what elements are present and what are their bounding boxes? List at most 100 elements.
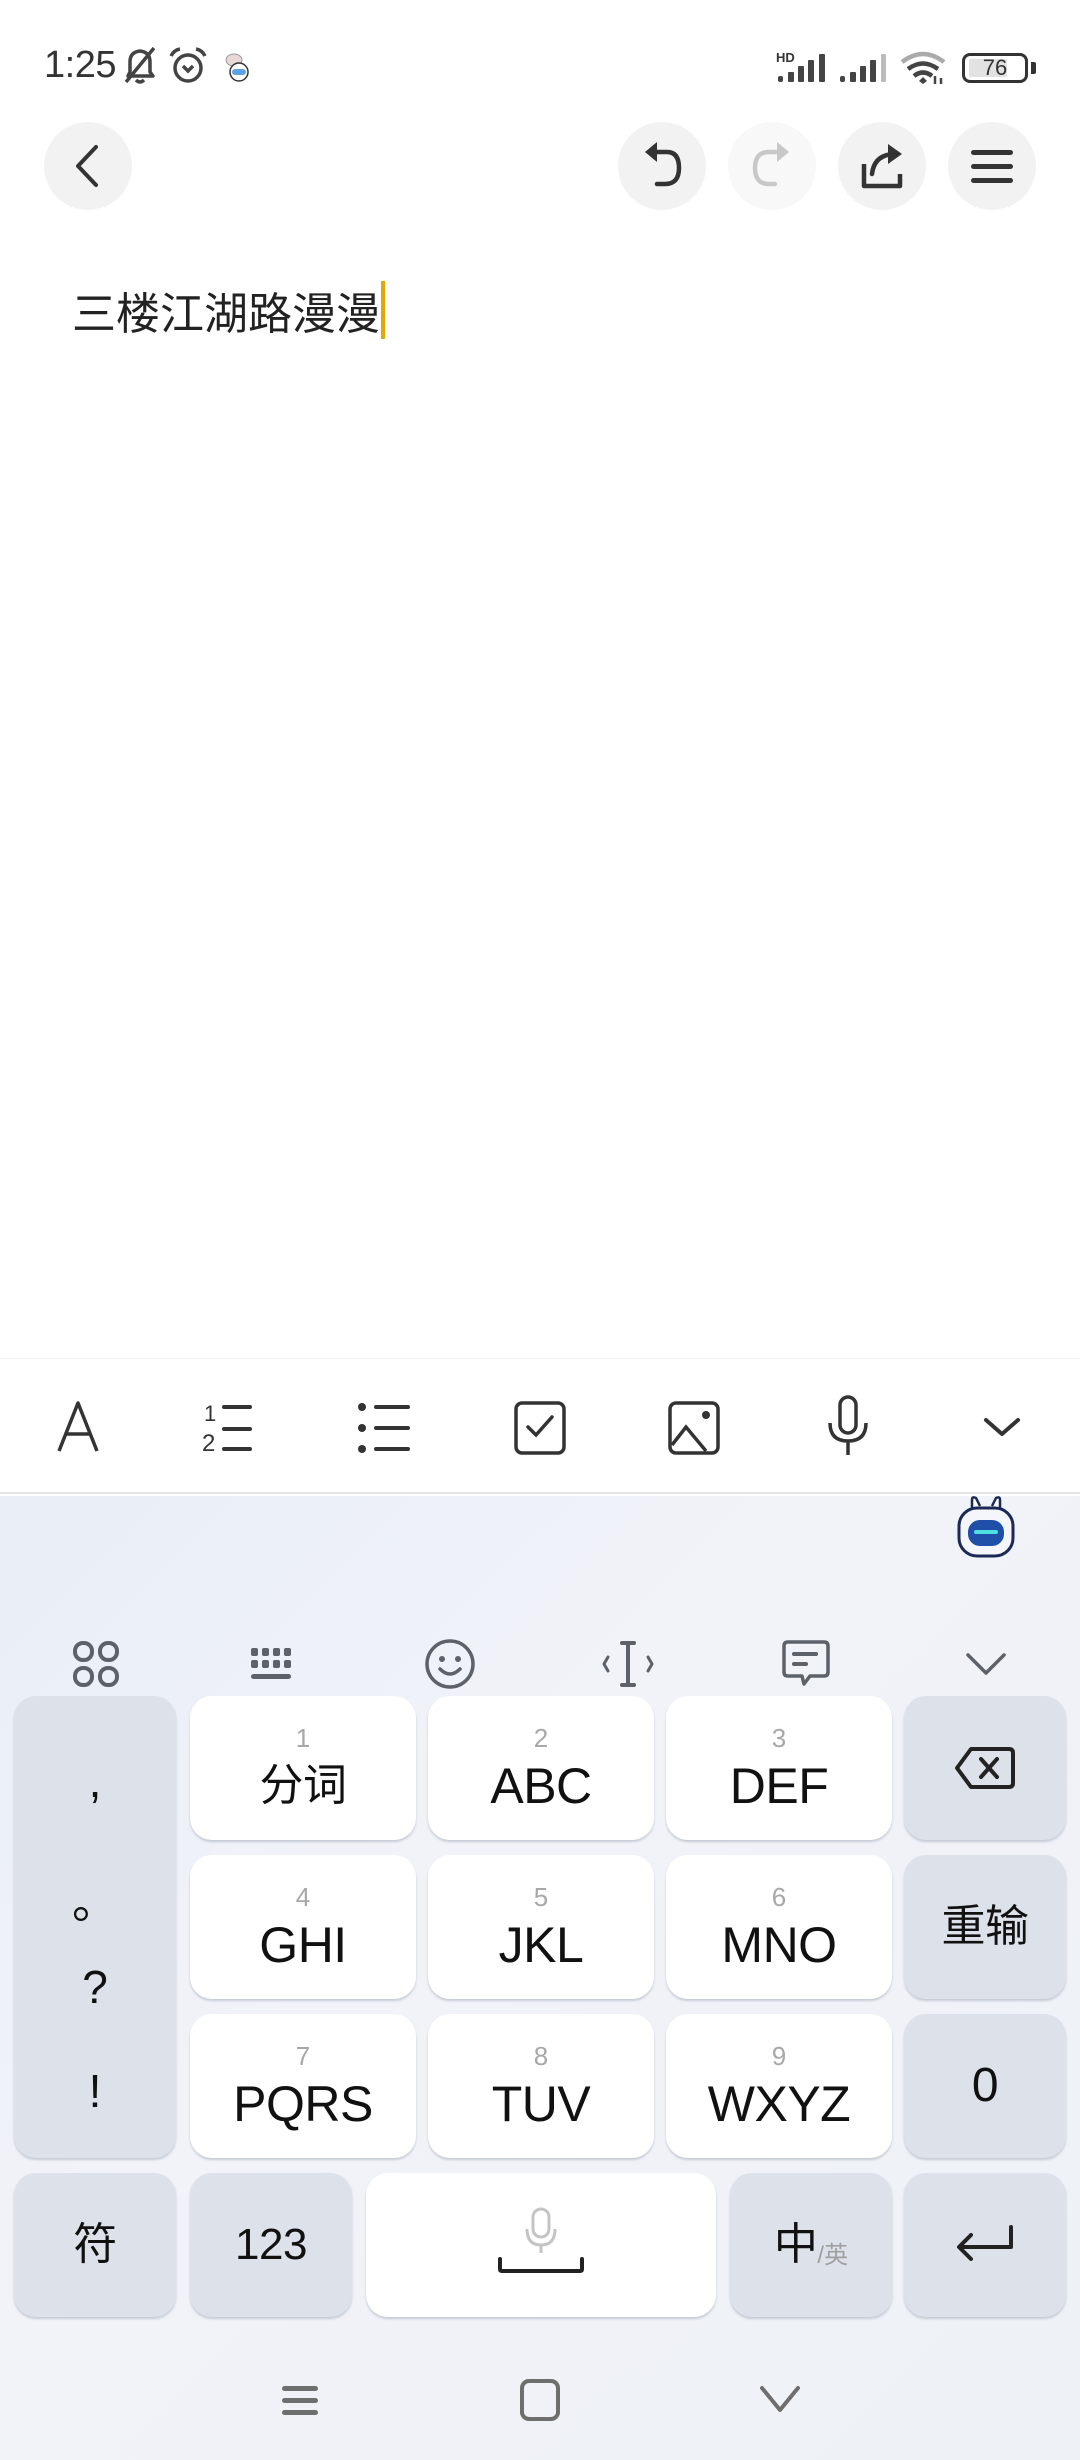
- key-label: 重输: [941, 1902, 1030, 1951]
- bullet-list-button[interactable]: [346, 1387, 426, 1467]
- key-period[interactable]: 。: [14, 1866, 176, 1932]
- key-label: TUV: [491, 2076, 591, 2132]
- back-nav-icon: [760, 2386, 800, 2412]
- undo-button[interactable]: [618, 122, 706, 210]
- ime-keyboard: , 。 ? ! 1 分词 2 ABC 3 DEF 4 GHI 5 JKL 6 M…: [0, 1496, 1080, 2460]
- microphone-icon: [828, 1395, 868, 1455]
- key-9[interactable]: 9 WXYZ: [666, 2014, 892, 2158]
- key-6[interactable]: 6 MNO: [666, 1855, 892, 1999]
- lang-primary: 中: [773, 2220, 818, 2269]
- keyboard-layout-button[interactable]: [232, 1624, 312, 1704]
- text-style-button[interactable]: [38, 1387, 118, 1467]
- enter-key[interactable]: [904, 2173, 1066, 2317]
- hide-keyboard-button[interactable]: [946, 1624, 1026, 1704]
- cursor-move-icon: [602, 1641, 654, 1687]
- numbered-list-icon: 1 2: [202, 1401, 252, 1457]
- key-7[interactable]: 7 PQRS: [190, 2014, 416, 2158]
- note-text: 三楼江湖路漫漫: [72, 290, 380, 339]
- backspace-key[interactable]: [904, 1696, 1066, 1840]
- punctuation-column: , 。 ? !: [14, 1696, 176, 2158]
- back-nav-button[interactable]: [740, 2360, 820, 2440]
- key-2[interactable]: 2 ABC: [428, 1696, 654, 1840]
- apps-grid-button[interactable]: [56, 1624, 136, 1704]
- battery-indicator: 76: [962, 53, 1028, 83]
- recents-icon: [282, 2386, 318, 2415]
- voice-input-button[interactable]: [808, 1387, 888, 1467]
- home-button[interactable]: [500, 2360, 580, 2440]
- app-notification-icon: [225, 53, 249, 82]
- key-label: 符: [73, 2220, 117, 2269]
- key-number: 7: [295, 2041, 311, 2071]
- key-label: 0: [971, 2059, 999, 2112]
- key-3[interactable]: 3 DEF: [666, 1696, 892, 1840]
- share-button[interactable]: [838, 122, 926, 210]
- menu-button[interactable]: [948, 122, 1036, 210]
- enter-icon: [957, 2225, 1013, 2261]
- checkbox-icon: [514, 1401, 566, 1455]
- svg-text:1: 1: [204, 1401, 216, 1426]
- key-0[interactable]: 0: [904, 2014, 1066, 2158]
- key-label: ABC: [490, 1758, 592, 1814]
- key-label: 分词: [259, 1761, 348, 1810]
- home-icon: [520, 2379, 560, 2421]
- key-8[interactable]: 8 TUV: [428, 2014, 654, 2158]
- status-time: 1:25: [44, 44, 116, 86]
- note-editor[interactable]: 三楼江湖路漫漫: [72, 278, 385, 342]
- lang-secondary: /英: [817, 2241, 849, 2269]
- hd-signal-icon: HD: [776, 50, 825, 82]
- share-icon: [861, 144, 903, 189]
- undo-icon: [645, 142, 682, 187]
- back-icon: [76, 145, 98, 187]
- key-number: 2: [533, 1723, 549, 1753]
- key-label: WXYZ: [707, 2076, 851, 2132]
- backspace-icon: [955, 1747, 1015, 1789]
- status-bar: 1:25 HD 76: [0, 0, 1080, 120]
- clipboard-phrase-button[interactable]: [766, 1624, 846, 1704]
- key-label: GHI: [259, 1917, 347, 1973]
- key-exclamation[interactable]: !: [14, 2064, 176, 2118]
- clipboard-phrase-icon: [782, 1640, 830, 1686]
- keyboard-layout-icon: [251, 1648, 291, 1679]
- apps-grid-icon: [73, 1641, 119, 1687]
- symbols-key[interactable]: 符: [14, 2173, 176, 2317]
- text-caret: [381, 281, 385, 339]
- key-question[interactable]: ?: [14, 1960, 176, 2014]
- numbered-list-button[interactable]: 1 2: [192, 1387, 272, 1467]
- menu-icon: [971, 150, 1013, 183]
- key-5[interactable]: 5 JKL: [428, 1855, 654, 1999]
- battery-tip: [1031, 62, 1036, 74]
- emoji-icon: [425, 1639, 475, 1689]
- text-style-icon: [57, 1401, 99, 1452]
- emoji-button[interactable]: [410, 1624, 490, 1704]
- key-number: 3: [771, 1723, 787, 1753]
- recents-button[interactable]: [260, 2360, 340, 2440]
- key-label: PQRS: [233, 2076, 373, 2132]
- key-1[interactable]: 1 分词: [190, 1696, 416, 1840]
- key-label: DEF: [729, 1758, 829, 1814]
- redo-icon: [752, 142, 789, 187]
- space-key[interactable]: [366, 2173, 716, 2317]
- cursor-move-button[interactable]: [588, 1624, 668, 1704]
- numbers-key[interactable]: 123: [190, 2173, 352, 2317]
- space-icon: [498, 2207, 584, 2273]
- image-button[interactable]: [654, 1387, 734, 1467]
- key-number: 1: [295, 1723, 311, 1753]
- key-label: 123: [235, 2220, 307, 2269]
- key-4[interactable]: 4 GHI: [190, 1855, 416, 1999]
- svg-text:HD: HD: [776, 50, 795, 65]
- checkbox-button[interactable]: [500, 1387, 580, 1467]
- bullet-list-icon: [358, 1403, 410, 1453]
- language-toggle-key[interactable]: 中 /英: [730, 2173, 892, 2317]
- image-icon: [668, 1401, 720, 1455]
- collapse-icon: [984, 1418, 1020, 1436]
- key-comma[interactable]: ,: [14, 1754, 176, 1808]
- assistant-mascot-icon[interactable]: [956, 1496, 1016, 1560]
- format-toolbar: 1 2: [0, 1358, 1080, 1494]
- hide-keyboard-icon: [966, 1653, 1006, 1675]
- retype-key[interactable]: 重输: [904, 1855, 1066, 1999]
- redo-button[interactable]: [728, 122, 816, 210]
- collapse-toolbar-button[interactable]: [962, 1387, 1042, 1467]
- key-label: JKL: [498, 1917, 584, 1973]
- wifi-icon: [900, 51, 946, 84]
- back-button[interactable]: [44, 122, 132, 210]
